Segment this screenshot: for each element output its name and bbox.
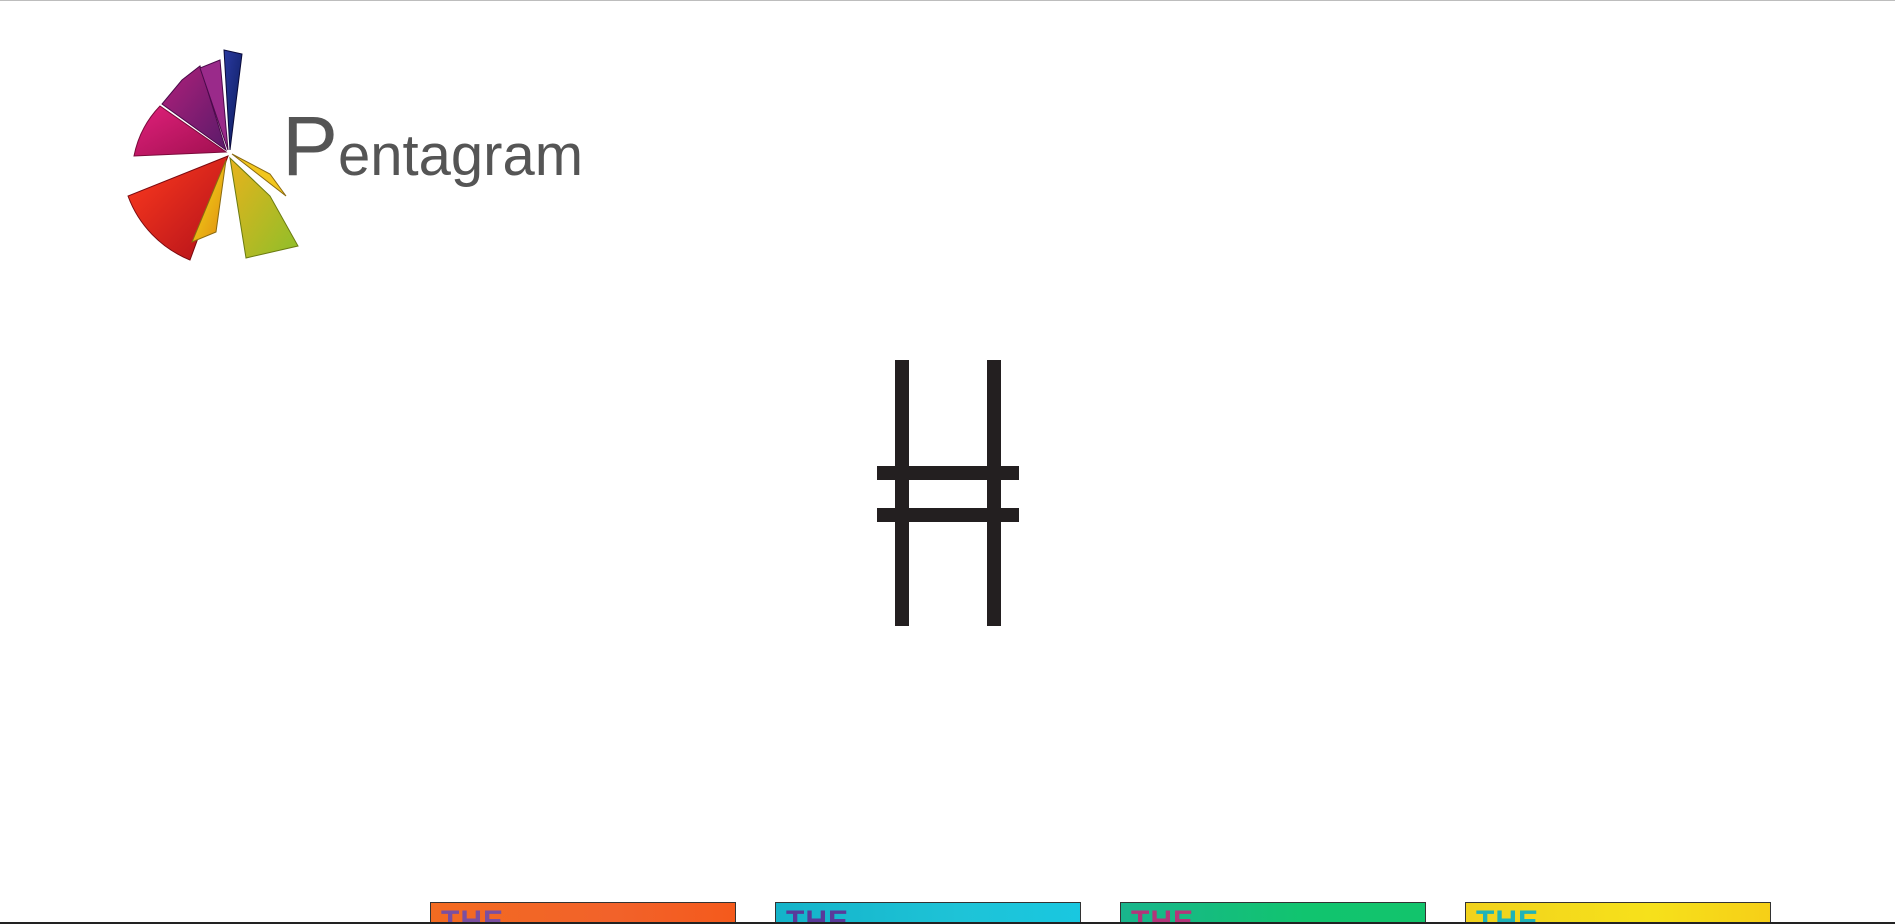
logo-rest: entagram bbox=[338, 123, 584, 188]
thumbnail-title: THE bbox=[1131, 905, 1194, 923]
pentagram-logo-link[interactable]: Pentagram bbox=[120, 46, 600, 266]
thumbnail-row: THE THE THE THE bbox=[0, 902, 1895, 922]
thumbnail-card-4[interactable]: THE bbox=[1465, 902, 1771, 922]
thumbnail-card-2[interactable]: THE bbox=[775, 902, 1081, 922]
thumbnail-title: THE bbox=[786, 905, 849, 923]
thumbnail-title: THE bbox=[1476, 905, 1539, 923]
thumbnail-title: THE bbox=[441, 905, 504, 923]
thumbnail-card-1[interactable]: THE bbox=[430, 902, 736, 922]
pentagram-wordmark: Pentagram bbox=[282, 104, 583, 188]
thumbnail-card-3[interactable]: THE bbox=[1120, 902, 1426, 922]
double-bar-h-icon bbox=[877, 360, 1019, 626]
logo-initial: P bbox=[282, 99, 339, 193]
top-divider bbox=[0, 0, 1895, 1]
